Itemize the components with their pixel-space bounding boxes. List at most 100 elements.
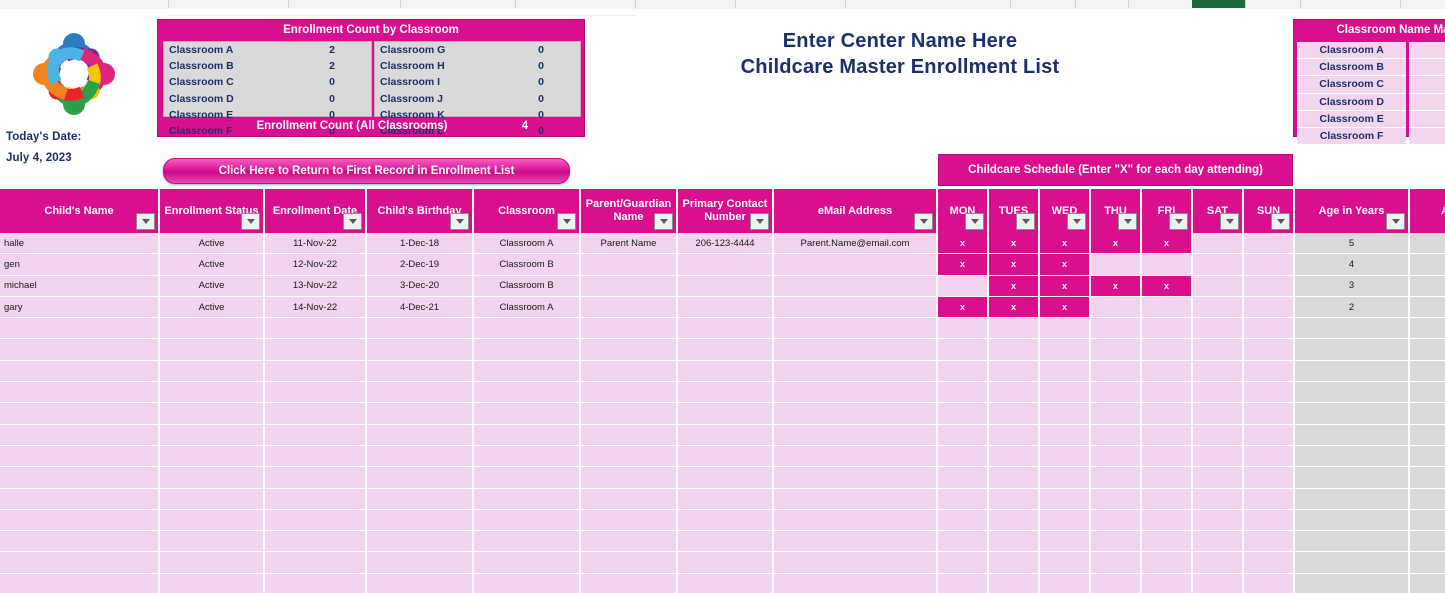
cell-sun[interactable] — [1244, 318, 1295, 340]
cell-wed[interactable] — [1040, 573, 1091, 593]
cell-child-s-name[interactable] — [0, 467, 160, 489]
cell-enrollment-date[interactable] — [265, 339, 367, 361]
cell-email-address[interactable] — [774, 467, 938, 489]
cell-primary-contact-number[interactable] — [678, 254, 774, 276]
filter-dropdown-icon[interactable] — [241, 213, 260, 230]
cell-enrollment-status[interactable]: Active — [160, 275, 265, 297]
table-row[interactable] — [0, 509, 1445, 532]
cell-fri[interactable] — [1142, 573, 1193, 593]
column-header-sun[interactable]: SUN — [1244, 189, 1295, 233]
cell-tues[interactable] — [989, 467, 1040, 489]
cell-classroom[interactable] — [474, 445, 581, 468]
cell-thu[interactable] — [1091, 467, 1142, 489]
cell-enrollment-date[interactable] — [265, 424, 367, 446]
cell-sun[interactable] — [1244, 509, 1295, 532]
cell-classroom[interactable] — [474, 488, 581, 510]
cell-tues[interactable] — [989, 509, 1040, 532]
cell-age[interactable] — [1410, 424, 1445, 446]
cell-primary-contact-number[interactable] — [678, 296, 774, 319]
cell-classroom[interactable] — [474, 403, 581, 425]
table-row[interactable] — [0, 424, 1445, 446]
cell-age[interactable] — [1410, 467, 1445, 489]
cell-enrollment-date[interactable] — [265, 318, 367, 340]
cell-email-address[interactable] — [774, 552, 938, 574]
cell-child-s-birthday[interactable] — [367, 403, 474, 425]
cell-mon[interactable] — [938, 509, 989, 532]
cell-email-address[interactable] — [774, 254, 938, 276]
filter-dropdown-icon[interactable] — [1169, 213, 1188, 230]
cell-email-address[interactable] — [774, 424, 938, 446]
cell-child-s-name[interactable]: gary — [0, 296, 160, 319]
filter-dropdown-icon[interactable] — [1220, 213, 1239, 230]
cell-fri[interactable] — [1142, 424, 1193, 446]
cell-email-address[interactable] — [774, 275, 938, 297]
cell-wed[interactable] — [1040, 360, 1091, 383]
table-row[interactable] — [0, 467, 1445, 489]
cell-enrollment-date[interactable] — [265, 552, 367, 574]
cell-mon[interactable] — [938, 275, 989, 297]
cell-enrollment-status[interactable]: Active — [160, 254, 265, 276]
cell-sun[interactable] — [1244, 233, 1295, 255]
classroom-map-cell[interactable]: Classroom A — [1297, 42, 1407, 60]
cell-age-in-years[interactable] — [1295, 424, 1410, 446]
cell-fri[interactable]: x — [1142, 233, 1193, 255]
cell-enrollment-status[interactable] — [160, 488, 265, 510]
cell-email-address[interactable] — [774, 403, 938, 425]
cell-primary-contact-number[interactable] — [678, 445, 774, 468]
cell-age[interactable] — [1410, 573, 1445, 593]
table-row[interactable] — [0, 531, 1445, 553]
column-header-wed[interactable]: WED — [1040, 189, 1091, 233]
cell-tues[interactable] — [989, 573, 1040, 593]
classroom-map-cell[interactable]: Classroom F — [1297, 127, 1407, 146]
cell-email-address[interactable] — [774, 573, 938, 593]
column-header-cell[interactable] — [1300, 0, 1401, 8]
cell-thu[interactable] — [1091, 403, 1142, 425]
filter-dropdown-icon[interactable] — [136, 213, 155, 230]
cell-child-s-name[interactable] — [0, 445, 160, 468]
cell-mon[interactable]: x — [938, 233, 989, 255]
filter-dropdown-icon[interactable] — [450, 213, 469, 230]
cell-parent-guardian-name[interactable] — [581, 467, 678, 489]
cell-child-s-name[interactable] — [0, 339, 160, 361]
cell-thu[interactable] — [1091, 509, 1142, 532]
column-header-thu[interactable]: THU — [1091, 189, 1142, 233]
cell-age[interactable] — [1410, 509, 1445, 532]
cell-email-address[interactable] — [774, 360, 938, 383]
cell-tues[interactable]: x — [989, 233, 1040, 255]
column-header-enrollment-date[interactable]: Enrollment Date — [265, 189, 367, 233]
cell-thu[interactable] — [1091, 424, 1142, 446]
cell-mon[interactable] — [938, 339, 989, 361]
classroom-map-cell[interactable]: C — [1409, 76, 1445, 94]
cell-enrollment-date[interactable] — [265, 467, 367, 489]
cell-wed[interactable] — [1040, 467, 1091, 489]
cell-age[interactable] — [1410, 339, 1445, 361]
cell-child-s-birthday[interactable] — [367, 509, 474, 532]
cell-enrollment-status[interactable] — [160, 445, 265, 468]
filter-dropdown-icon[interactable] — [965, 213, 984, 230]
cell-child-s-name[interactable] — [0, 509, 160, 532]
column-header-cell[interactable] — [845, 0, 1011, 8]
cell-thu[interactable] — [1091, 573, 1142, 593]
cell-thu[interactable] — [1091, 382, 1142, 404]
filter-dropdown-icon[interactable] — [750, 213, 769, 230]
filter-dropdown-icon[interactable] — [1067, 213, 1086, 230]
cell-enrollment-status[interactable] — [160, 382, 265, 404]
cell-tues[interactable] — [989, 552, 1040, 574]
cell-child-s-name[interactable] — [0, 552, 160, 574]
cell-fri[interactable] — [1142, 509, 1193, 532]
cell-child-s-birthday[interactable]: 2-Dec-19 — [367, 254, 474, 276]
cell-parent-guardian-name[interactable] — [581, 318, 678, 340]
cell-thu[interactable] — [1091, 531, 1142, 553]
cell-thu[interactable] — [1091, 254, 1142, 276]
classroom-map-cell[interactable]: Classroom D — [1297, 93, 1407, 111]
cell-enrollment-date[interactable] — [265, 531, 367, 553]
return-to-first-record-button[interactable]: Click Here to Return to First Record in … — [163, 158, 570, 184]
cell-thu[interactable] — [1091, 360, 1142, 383]
column-header-enrollment-status[interactable]: Enrollment Status — [160, 189, 265, 233]
cell-age-in-years[interactable] — [1295, 488, 1410, 510]
cell-parent-guardian-name[interactable] — [581, 360, 678, 383]
column-header-sat[interactable]: SAT — [1193, 189, 1244, 233]
cell-age-in-years[interactable]: 3 — [1295, 275, 1410, 297]
column-header-cell[interactable] — [1128, 0, 1193, 8]
cell-parent-guardian-name[interactable] — [581, 339, 678, 361]
